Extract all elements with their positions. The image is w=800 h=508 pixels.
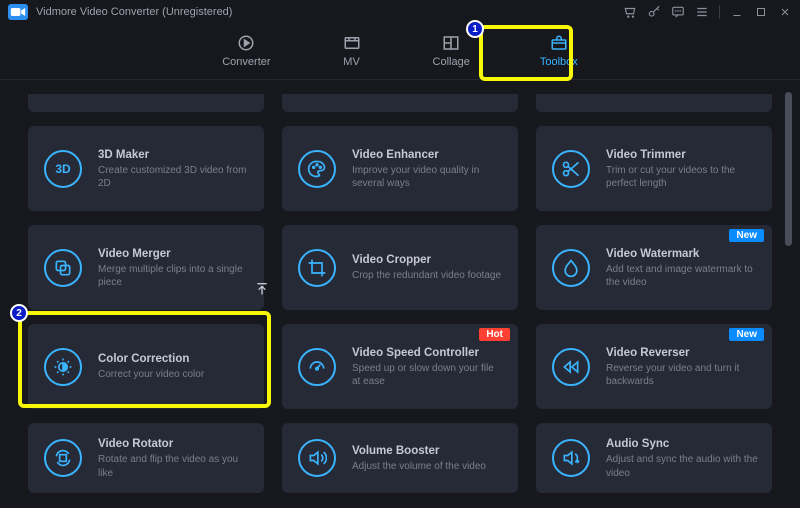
sync-icon <box>552 439 590 477</box>
new-badge: New <box>729 229 764 242</box>
palette-icon <box>298 150 336 188</box>
nav-label: MV <box>343 56 360 68</box>
tool-audio-sync[interactable]: Audio Sync Adjust and sync the audio wit… <box>536 423 772 493</box>
tool-video-merger[interactable]: Video Merger Merge multiple clips into a… <box>28 225 264 310</box>
tool-title: Color Correction <box>98 353 250 365</box>
nav-collage[interactable]: Collage <box>433 34 470 68</box>
tool-title: Video Trimmer <box>606 149 758 161</box>
nav-mv[interactable]: MV <box>341 34 363 68</box>
window-title: Vidmore Video Converter (Unregistered) <box>36 6 232 18</box>
maximize-button[interactable] <box>754 5 768 19</box>
menu-icon[interactable] <box>695 5 709 19</box>
tool-title: Volume Booster <box>352 445 504 457</box>
nav-label: Converter <box>222 56 270 68</box>
nav-label: Collage <box>433 56 470 68</box>
tool-desc: Improve your video quality in several wa… <box>352 164 504 191</box>
nav-label: Toolbox <box>540 56 578 68</box>
tool-color-correction[interactable]: Color Correction Correct your video colo… <box>28 324 264 409</box>
volume-icon <box>298 439 336 477</box>
tool-video-cropper[interactable]: Video Cropper Crop the redundant video f… <box>282 225 518 310</box>
tool-speed-controller[interactable]: Hot Video Speed Controller Speed up or s… <box>282 324 518 409</box>
tool-desc: Adjust and sync the audio with the video <box>606 453 758 480</box>
nav-converter[interactable]: Converter <box>222 34 270 68</box>
callout-badge-2: 2 <box>10 304 28 322</box>
tool-title: Video Cropper <box>352 254 504 266</box>
tool-video-enhancer[interactable]: Video Enhancer Improve your video qualit… <box>282 126 518 211</box>
tool-video-rotator[interactable]: Video Rotator Rotate and flip the video … <box>28 423 264 493</box>
tool-desc: Reverse your video and turn it backwards <box>606 362 758 389</box>
cube-3d-icon: 3D <box>44 150 82 188</box>
scroll-to-top-button[interactable] <box>253 280 271 298</box>
tool-volume-booster[interactable]: Volume Booster Adjust the volume of the … <box>282 423 518 493</box>
cart-icon[interactable] <box>623 5 637 19</box>
callout-badge-1: 1 <box>466 20 484 38</box>
previous-row-peek <box>28 94 772 112</box>
crop-icon <box>298 249 336 287</box>
tool-title: Video Rotator <box>98 438 250 450</box>
tool-title: Video Watermark <box>606 248 758 260</box>
tool-desc: Correct your video color <box>98 368 250 382</box>
new-badge: New <box>729 328 764 341</box>
tool-video-reverser[interactable]: New Video Reverser Reverse your video an… <box>536 324 772 409</box>
scrollbar-thumb[interactable] <box>785 92 792 246</box>
rotate-icon <box>44 439 82 477</box>
tool-desc: Speed up or slow down your file at ease <box>352 362 504 389</box>
tool-desc: Create customized 3D video from 2D <box>98 164 250 191</box>
minimize-button[interactable] <box>730 5 744 19</box>
hot-badge: Hot <box>479 328 510 341</box>
tool-video-trimmer[interactable]: Video Trimmer Trim or cut your videos to… <box>536 126 772 211</box>
tool-title: Video Speed Controller <box>352 347 504 359</box>
nav-toolbox[interactable]: Toolbox <box>540 34 578 68</box>
title-bar: Vidmore Video Converter (Unregistered) <box>0 0 800 22</box>
layers-icon <box>44 249 82 287</box>
tool-3d-maker[interactable]: 3D 3D Maker Create customized 3D video f… <box>28 126 264 211</box>
tool-title: Video Merger <box>98 248 250 260</box>
tool-title: Video Enhancer <box>352 149 504 161</box>
tool-desc: Add text and image watermark to the vide… <box>606 263 758 290</box>
tool-desc: Trim or cut your videos to the perfect l… <box>606 164 758 191</box>
feedback-icon[interactable] <box>671 5 685 19</box>
brightness-icon <box>44 348 82 386</box>
key-icon[interactable] <box>647 5 661 19</box>
rewind-icon <box>552 348 590 386</box>
tool-title: Audio Sync <box>606 438 758 450</box>
droplet-icon <box>552 249 590 287</box>
gauge-icon <box>298 348 336 386</box>
tool-desc: Rotate and flip the video as you like <box>98 453 250 480</box>
app-logo <box>8 4 28 20</box>
tool-title: 3D Maker <box>98 149 250 161</box>
tool-desc: Merge multiple clips into a single piece <box>98 263 250 290</box>
tool-desc: Adjust the volume of the video <box>352 460 504 474</box>
tool-video-watermark[interactable]: New Video Watermark Add text and image w… <box>536 225 772 310</box>
tool-desc: Crop the redundant video footage <box>352 269 504 283</box>
tool-grid: 3D 3D Maker Create customized 3D video f… <box>28 126 772 493</box>
tool-scroll-area: 3D 3D Maker Create customized 3D video f… <box>0 80 800 508</box>
main-nav: Converter MV Collage Toolbox <box>0 22 800 80</box>
scissors-icon <box>552 150 590 188</box>
tool-title: Video Reverser <box>606 347 758 359</box>
close-button[interactable] <box>778 5 792 19</box>
